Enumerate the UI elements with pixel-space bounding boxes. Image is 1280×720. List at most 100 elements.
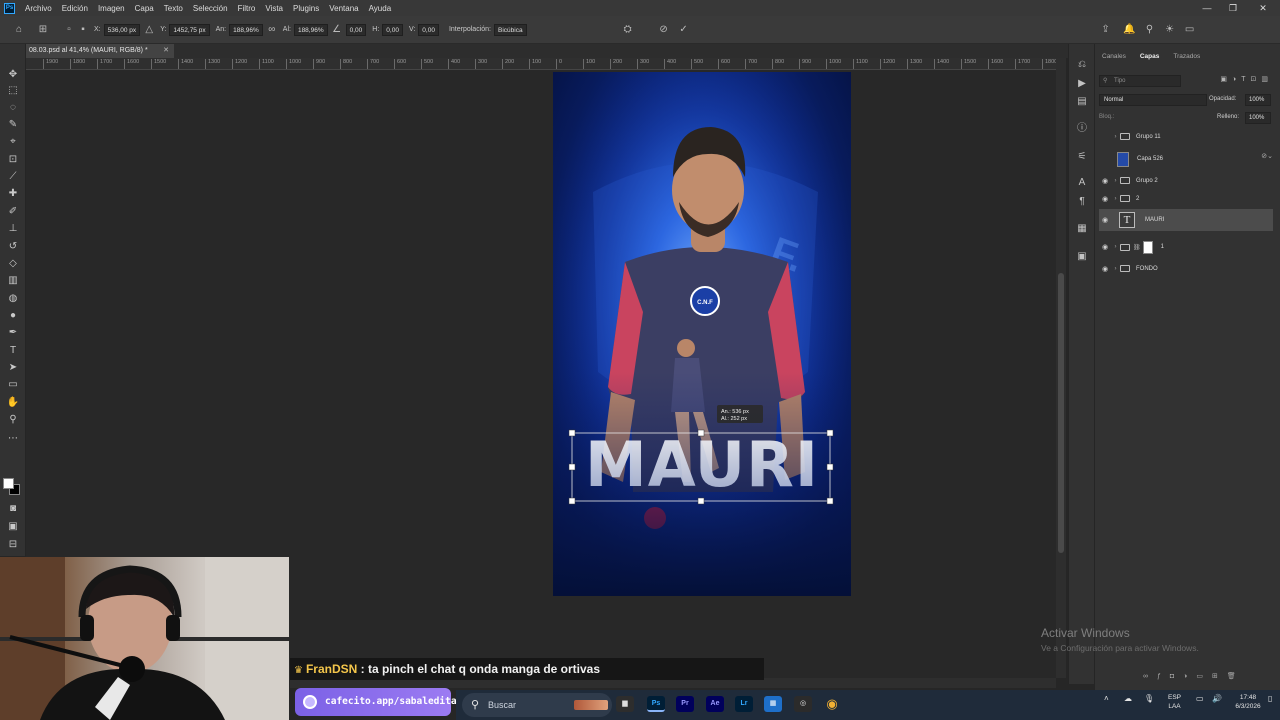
premiere-taskbar-icon[interactable]: Pr (676, 696, 694, 712)
eraser-tool-icon[interactable]: ◇ (5, 257, 21, 271)
edit-toolbar-icon[interactable]: ⊟ (5, 538, 21, 552)
smart-object-link-icon[interactable]: ⊘⌄ (1261, 152, 1273, 160)
crop-tool-icon[interactable]: ⊡ (5, 153, 21, 167)
angle-field[interactable]: 0,00 (345, 23, 367, 36)
cancel-transform-icon[interactable]: ⊘ (657, 23, 671, 37)
transform-handle-left[interactable] (568, 463, 576, 471)
rectangle-tool-icon[interactable]: ▭ (5, 378, 21, 392)
menu-ventana[interactable]: Ventana (324, 4, 363, 13)
link-icon[interactable]: ∞ (265, 23, 279, 37)
layer-row[interactable]: ◉ › FONDO (1099, 260, 1273, 277)
layer-row[interactable]: ◉ › 2 (1099, 190, 1273, 207)
network-icon[interactable]: ▭ (1196, 694, 1204, 703)
discover-icon[interactable]: ☀ (1163, 23, 1177, 37)
history-brush-icon[interactable]: ↺ (5, 240, 21, 254)
expand-chevron-icon[interactable]: › (1111, 134, 1120, 140)
reference-point-icon[interactable]: ▫ (62, 23, 76, 37)
quick-selection-tool-icon[interactable]: ✎ (5, 118, 21, 132)
layer-row-selected[interactable]: ◉ T MAURI (1099, 209, 1273, 231)
layer-row[interactable]: ◉ › Grupo 2 (1099, 172, 1273, 189)
after-effects-taskbar-icon[interactable]: Ae (706, 696, 724, 712)
transform-handle-bottom-left[interactable] (568, 497, 576, 505)
delta-icon[interactable]: △ (142, 23, 156, 37)
warp-mode-icon[interactable]: ⛭ (621, 23, 635, 37)
document-tab[interactable]: 08.03.psd al 41,4% (MAURI, RGB/8) * ✕ (26, 44, 174, 58)
quick-mask-icon[interactable]: ◙ (5, 502, 21, 516)
transform-handle-bottom-right[interactable] (826, 497, 834, 505)
character-icon[interactable]: A (1074, 176, 1090, 190)
onedrive-icon[interactable]: ☁ (1124, 694, 1132, 703)
mask-thumbnail[interactable] (1142, 240, 1153, 254)
y-position-field[interactable]: 1452,75 px (169, 23, 210, 36)
tab-trazados[interactable]: Trazados (1166, 50, 1207, 64)
blend-mode-select[interactable]: Normal (1099, 94, 1207, 106)
layer-filter-icons[interactable]: ▣◑T⊡▥ (1183, 75, 1273, 87)
photoshop-logo-icon[interactable]: Ps (4, 2, 15, 14)
eyedropper-tool-icon[interactable]: ⟋ (5, 170, 21, 184)
libraries-icon[interactable]: ▦ (1074, 222, 1090, 236)
eye-icon[interactable]: ◉ (1099, 177, 1111, 185)
menu-seleccion[interactable]: Selección (188, 4, 233, 13)
microphone-icon[interactable]: 🎙 (1144, 694, 1154, 703)
paragraph-icon[interactable]: ¶ (1074, 195, 1090, 209)
transform-handle-bottom[interactable] (697, 497, 705, 505)
transform-handle-right[interactable] (826, 463, 834, 471)
fill-field[interactable]: 100% (1245, 112, 1271, 124)
dodge-tool-icon[interactable]: ● (5, 309, 21, 323)
width-field[interactable]: 188,96% (229, 23, 263, 36)
hand-tool-icon[interactable]: ✋ (5, 396, 21, 410)
tab-canales[interactable]: Canales (1095, 50, 1133, 64)
properties-icon[interactable]: ▣ (1074, 250, 1090, 264)
menu-texto[interactable]: Texto (159, 4, 188, 13)
more-tools-icon[interactable]: ⋯ (5, 432, 21, 446)
path-selection-icon[interactable]: ➤ (5, 361, 21, 375)
vertical-scrollbar[interactable] (1056, 58, 1066, 678)
tab-capas[interactable]: Capas (1133, 50, 1167, 64)
object-selection-icon[interactable]: ⌖ (5, 135, 21, 149)
lightroom-taskbar-icon[interactable]: Lr (735, 696, 753, 712)
chrome-taskbar-icon[interactable]: ◉ (823, 696, 841, 712)
opacity-field[interactable]: 100% (1245, 94, 1271, 106)
expand-chevron-icon[interactable]: › (1111, 178, 1120, 184)
transform-handle-top-left[interactable] (568, 429, 576, 437)
gradient-tool-icon[interactable]: ▥ (5, 274, 21, 288)
marquee-tool-icon[interactable]: ⬚ (5, 84, 21, 98)
layer-row[interactable]: › Grupo 11 (1099, 128, 1273, 145)
layer-row[interactable]: Capa 526 ⊘⌄ (1099, 148, 1273, 170)
photos-taskbar-icon[interactable]: ▦ (764, 696, 782, 712)
eye-icon[interactable]: ◉ (1099, 265, 1111, 273)
menu-archivo[interactable]: Archivo (20, 4, 57, 13)
commit-transform-icon[interactable]: ✓ (677, 23, 691, 37)
reference-point-grid-icon[interactable]: ▪ (76, 23, 90, 37)
x-position-field[interactable]: 536,00 px (103, 23, 141, 36)
brush-tool-icon[interactable]: ✐ (5, 205, 21, 219)
expand-chevron-icon[interactable]: › (1111, 244, 1120, 250)
clock[interactable]: 17:48 6/3/2026 (1230, 693, 1266, 711)
volume-icon[interactable]: 🔊 (1212, 694, 1222, 703)
share-icon[interactable]: ⇪ (1099, 23, 1113, 37)
close-window-icon[interactable]: ✕ (1250, 0, 1276, 16)
zoom-tool-icon[interactable]: ⚲ (5, 413, 21, 427)
eye-icon[interactable]: ◉ (1099, 195, 1111, 203)
blur-tool-icon[interactable]: ◍ (5, 292, 21, 306)
info-icon[interactable]: ⓘ (1074, 122, 1090, 136)
donation-banner[interactable]: cafecito.app/sabaledita (295, 688, 457, 716)
task-view-icon[interactable]: ▆ (616, 696, 634, 712)
healing-brush-icon[interactable]: ✚ (5, 187, 21, 201)
screen-mode-icon[interactable]: ▣ (5, 520, 21, 534)
clone-stamp-icon[interactable]: ⊥ (5, 222, 21, 236)
workspace-icon[interactable]: ▭ (1183, 23, 1197, 37)
menu-capa[interactable]: Capa (130, 4, 159, 13)
layer-row[interactable]: ◉ › ⛓ 1 (1099, 237, 1273, 257)
pen-tool-icon[interactable]: ✒ (5, 326, 21, 340)
interpolation-select[interactable]: Bicúbica (493, 23, 527, 36)
v-skew-field[interactable]: 0,00 (418, 23, 439, 36)
notification-center-icon[interactable]: ▯ (1268, 694, 1272, 703)
move-tool-preset-icon[interactable]: ⊞ (36, 23, 50, 37)
poster-artwork[interactable]: F. C.N.F MAURI An.: 536 px Al.: 252 px (553, 72, 851, 596)
headline-text[interactable]: MAURI (585, 428, 819, 501)
language-indicator[interactable]: ESP LAA (1168, 693, 1181, 711)
foreground-color-swatch[interactable] (3, 478, 14, 489)
layers-footer-icons[interactable]: ∞ƒ◘◑▭⊞🗑 (1143, 672, 1277, 684)
type-tool-icon[interactable]: T (5, 344, 21, 358)
